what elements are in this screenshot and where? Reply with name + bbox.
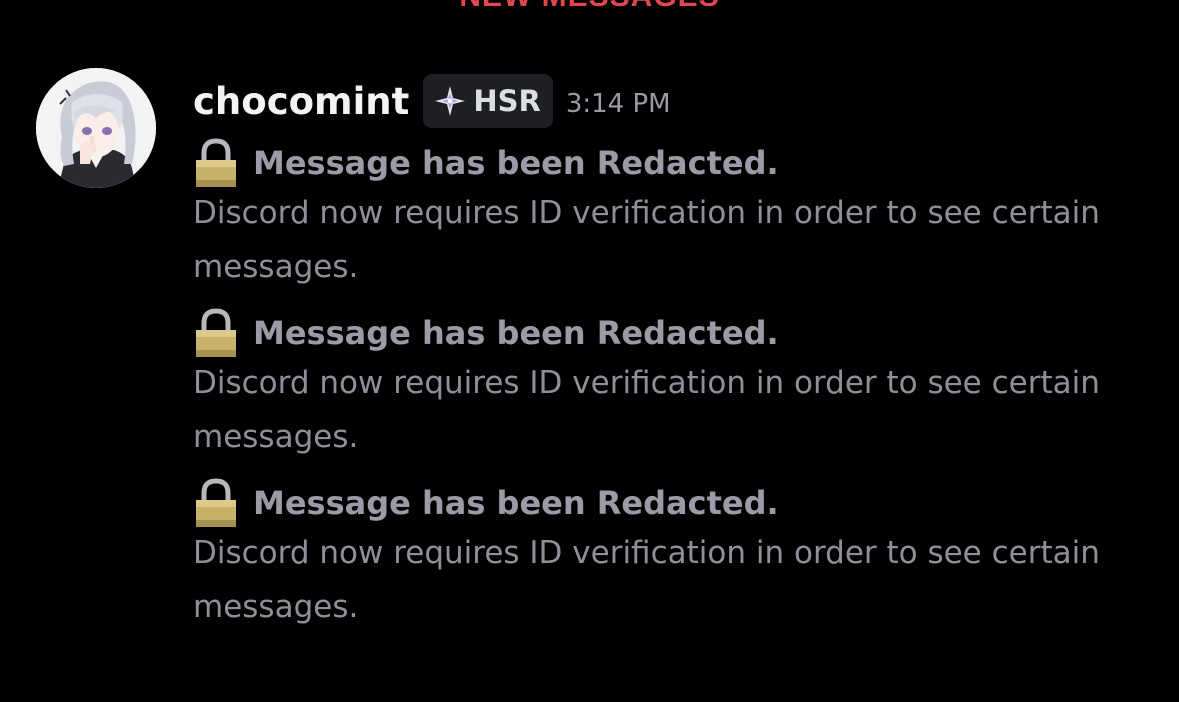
message-title-row: Message has been Redacted. bbox=[193, 135, 1153, 191]
message-title-row: Message has been Redacted. bbox=[193, 475, 1153, 531]
new-messages-divider: NEW MESSAGES bbox=[0, 0, 1179, 14]
message-title: Message has been Redacted. bbox=[253, 314, 779, 352]
avatar-image bbox=[36, 68, 156, 188]
avatar[interactable] bbox=[36, 68, 156, 188]
message-title: Message has been Redacted. bbox=[253, 144, 779, 182]
username[interactable]: chocomint bbox=[193, 80, 409, 123]
lock-icon bbox=[196, 138, 236, 187]
message-header: chocomint HSR 3:14 PM bbox=[193, 72, 671, 130]
server-tag-label: HSR bbox=[473, 84, 541, 118]
sparkle-icon bbox=[435, 86, 466, 116]
message-title: Message has been Redacted. bbox=[253, 484, 779, 522]
lock-icon bbox=[196, 308, 236, 357]
message-body: Discord now requires ID verification in … bbox=[193, 365, 1100, 455]
server-tag-badge[interactable]: HSR bbox=[423, 74, 553, 128]
redacted-message: Message has been Redacted. Discord now r… bbox=[193, 305, 1153, 464]
lock-icon bbox=[196, 478, 236, 527]
message-title-row: Message has been Redacted. bbox=[193, 305, 1153, 361]
message-body: Discord now requires ID verification in … bbox=[193, 535, 1100, 625]
timestamp[interactable]: 3:14 PM bbox=[566, 89, 671, 119]
message-body: Discord now requires ID verification in … bbox=[193, 195, 1100, 285]
redacted-message: Message has been Redacted. Discord now r… bbox=[193, 475, 1153, 634]
redacted-message: Message has been Redacted. Discord now r… bbox=[193, 135, 1153, 294]
